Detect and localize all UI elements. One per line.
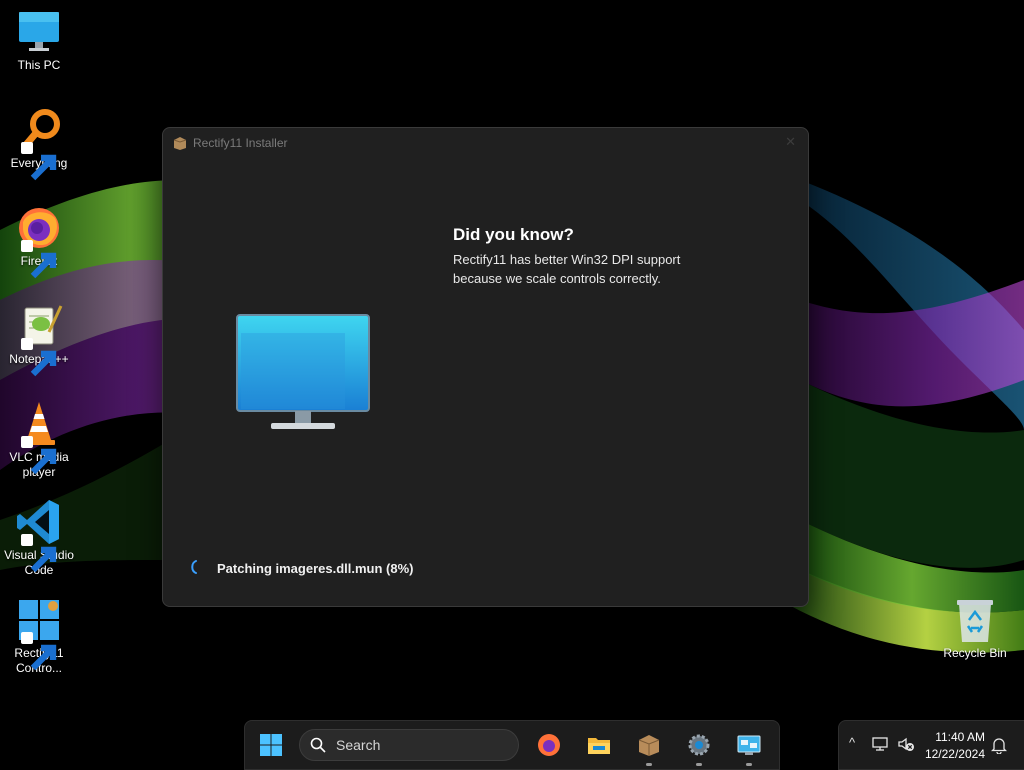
shortcut-arrow-icon [21, 338, 57, 377]
shortcut-arrow-icon [21, 534, 57, 573]
desktop-icon-rectify11-control-center[interactable]: Rectify11 Contro... [3, 596, 75, 676]
taskbar-rectify11-installer[interactable] [633, 729, 665, 766]
windows-logo-icon [260, 734, 282, 756]
system-tray: ^ 11:40 AM 12/22/2024 [838, 720, 1024, 770]
shortcut-arrow-icon [21, 436, 57, 475]
firefox-icon [538, 734, 560, 756]
gear-icon [688, 734, 710, 756]
tip-body: Rectify11 has better Win32 DPI support b… [453, 252, 681, 286]
desktop-icon-notepad-plus-plus[interactable]: Notepad++ [3, 302, 75, 377]
desktop-icon-label: This PC [17, 58, 61, 72]
control-panel-icon [737, 735, 761, 755]
installer-box-icon [638, 735, 660, 756]
search-icon [310, 737, 326, 753]
running-indicator [746, 763, 752, 766]
network-icon[interactable] [871, 736, 889, 752]
clock-date: 12/22/2024 [924, 747, 985, 761]
progress-spinner-icon [191, 560, 197, 574]
folder-icon [588, 738, 610, 754]
notification-bell-icon[interactable] [991, 736, 1007, 754]
desktop-icon-vlc[interactable]: VLC media player [3, 400, 75, 480]
desktop-icon-vscode[interactable]: Visual Studio Code [3, 498, 75, 578]
desktop-icon-label: Recycle Bin [943, 646, 1007, 660]
window-title: Rectify11 Installer [193, 136, 288, 150]
tip-heading: Did you know? [453, 225, 574, 244]
shortcut-arrow-icon [21, 240, 57, 279]
status-text: Patching imageres.dll.mun (8%) [217, 561, 414, 576]
taskbar-file-explorer[interactable] [583, 729, 615, 761]
taskbar-search-box[interactable]: Search [299, 729, 519, 761]
shortcut-arrow-icon [21, 632, 57, 671]
shortcut-arrow-icon [21, 142, 57, 181]
volume-muted-icon[interactable] [897, 736, 915, 752]
search-placeholder: Search [336, 737, 381, 753]
recycle-bin-icon [957, 600, 993, 642]
show-hidden-icons-chevron-icon[interactable]: ^ [849, 735, 855, 750]
installer-box-icon [173, 137, 187, 150]
computer-icon [19, 12, 59, 51]
desktop-icon-this-pc[interactable]: This PC [3, 8, 75, 73]
desktop-icon-recycle-bin[interactable]: Recycle Bin [939, 596, 1011, 661]
taskbar-settings[interactable] [683, 729, 715, 766]
taskbar-clock[interactable]: 11:40 AM 12/22/2024 [919, 729, 985, 763]
monitor-illustration-icon [236, 314, 370, 429]
close-button[interactable]: ✕ [785, 134, 796, 150]
running-indicator [696, 763, 702, 766]
running-indicator [646, 763, 652, 766]
desktop-icon-everything[interactable]: Everything [3, 106, 75, 181]
start-button[interactable] [255, 729, 287, 761]
taskbar-control-panel[interactable] [733, 729, 765, 766]
desktop-icon-firefox[interactable]: Firefox [3, 204, 75, 279]
installer-window: Rectify11 Installer ✕ Did you know? Rect… [162, 127, 809, 607]
window-titlebar[interactable]: Rectify11 Installer ✕ [163, 128, 808, 158]
taskbar: Search [244, 720, 780, 770]
clock-time: 11:40 AM [935, 730, 985, 744]
taskbar-firefox[interactable] [533, 729, 565, 761]
